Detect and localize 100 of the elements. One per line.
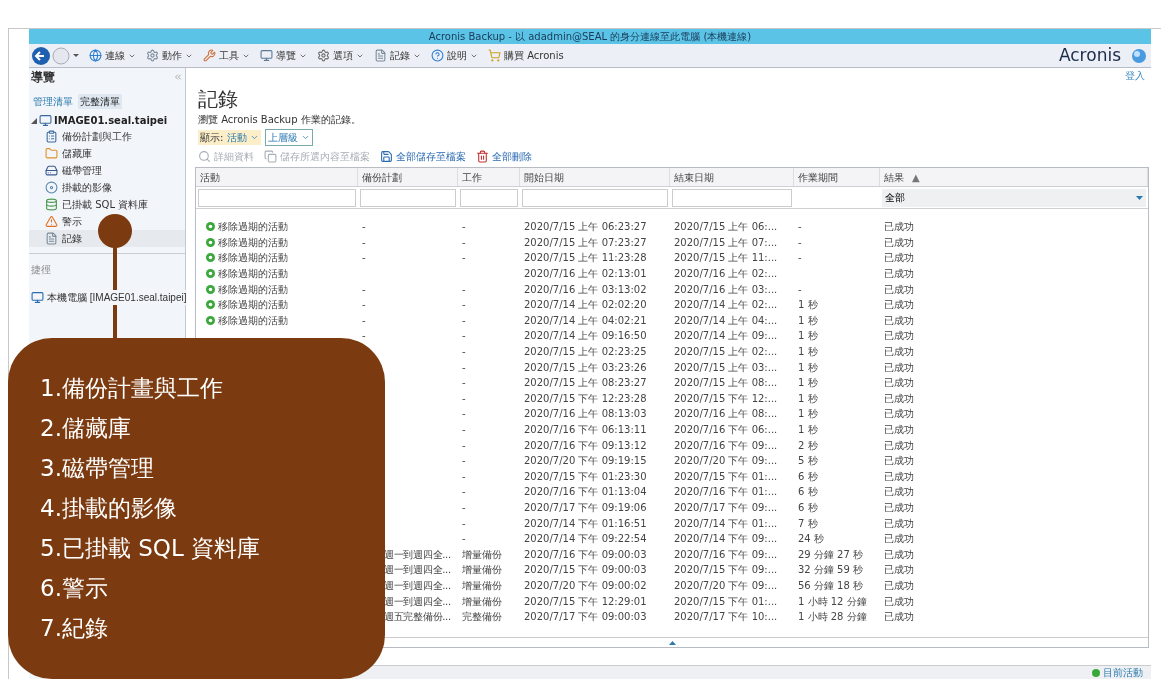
buy-link[interactable]: 購買 Acronis — [488, 48, 564, 63]
table-cell: 1 小時 28 分鐘 — [798, 611, 867, 623]
scroll-up-icon[interactable] — [668, 640, 676, 645]
callout-item: 7.紀錄 — [40, 614, 109, 643]
tree-item[interactable]: 磁帶管理 — [29, 162, 185, 179]
disk-icon — [45, 181, 58, 194]
table-cell: 2020/7/16 上午 08:13:03 — [524, 408, 647, 420]
table-cell: 2020/7/16 上午 02:13:01 — [524, 268, 647, 280]
table-cell: - — [462, 314, 466, 326]
table-cell: 已成功 — [884, 486, 914, 498]
tree-item[interactable]: 已掛載 SQL 資料庫 — [29, 196, 185, 213]
sidebar-title: 導覽 — [31, 69, 55, 86]
table-cell: - — [362, 236, 366, 248]
table-cell: - — [798, 221, 802, 233]
menu-button[interactable]: 連線 — [89, 48, 136, 63]
table-cell: - — [462, 470, 466, 482]
monitor-icon — [260, 49, 273, 62]
table-cell: 2020/7/16 下午 09:... — [674, 548, 778, 560]
menu-button[interactable]: 動作 — [146, 48, 193, 63]
toolbar-button[interactable]: 全部儲存至檔案 — [380, 148, 466, 164]
table-cell: 2020/7/14 下午 01:... — [674, 517, 778, 529]
column-header[interactable]: 結束日期 — [670, 168, 794, 186]
table-cell: - — [462, 221, 466, 233]
table-cell: 已成功 — [884, 221, 914, 233]
table-cell: 2020/7/14 上午 09:... — [674, 330, 778, 342]
table-cell: 2020/7/20 下午 09:... — [674, 579, 778, 591]
menu-button[interactable]: 記錄 — [374, 48, 421, 63]
expand-arrow-icon[interactable] — [31, 117, 37, 124]
result-filter-dropdown[interactable]: 全部 — [882, 188, 1146, 207]
tree-item[interactable]: 儲藏庫 — [29, 145, 185, 162]
table-cell: 2020/7/14 下午 09:22:54 — [524, 533, 647, 545]
table-cell: 週一到週四全... — [384, 564, 451, 576]
table-cell: 完整備份 — [462, 611, 502, 623]
tree-item[interactable]: 警示 — [29, 213, 185, 230]
column-header[interactable]: 備份計劃 — [358, 168, 458, 186]
table-cell: 1 小時 12 分鐘 — [798, 595, 867, 607]
back-forward-icon[interactable] — [31, 45, 79, 66]
table-cell: 已成功 — [884, 252, 914, 264]
table-cell: 2020/7/16 下午 01:... — [674, 486, 778, 498]
table-cell: 已成功 — [884, 611, 914, 623]
table-cell: 已成功 — [884, 377, 914, 389]
sidebar-tab[interactable]: 管理清單 — [31, 94, 75, 109]
column-header[interactable]: 作業期間 — [794, 168, 880, 186]
table-cell-text: 移除過期的活動 — [218, 251, 288, 266]
shortcut-item[interactable]: 本機電腦 [IMAGE01.seal.taipei] — [47, 290, 187, 305]
table-cell: 2020/7/15 下午 12:23:28 — [524, 392, 647, 404]
callout-item: 6.警示 — [40, 574, 109, 603]
filter-field[interactable] — [522, 188, 668, 207]
wrench-icon — [203, 49, 216, 62]
menu-button[interactable]: 工具 — [203, 48, 250, 63]
table-cell: 週一到週四全... — [384, 595, 451, 607]
column-header[interactable]: 工作 — [458, 168, 520, 186]
column-header[interactable]: 開始日期 — [520, 168, 670, 186]
filter-field[interactable] — [198, 188, 356, 207]
tree-item[interactable]: 備份計劃與工作 — [29, 128, 185, 145]
filter-field[interactable] — [360, 188, 456, 207]
table-cell-text: 移除過期的活動 — [218, 267, 288, 282]
table-cell: - — [462, 236, 466, 248]
table-cell: 2020/7/16 上午 08:... — [674, 408, 778, 420]
filter-field[interactable] — [460, 188, 518, 207]
table-cell: 2020/7/15 上午 07:... — [674, 236, 778, 248]
search-icon — [198, 149, 211, 163]
table-cell: 已成功 — [884, 268, 914, 280]
filter-dropdown[interactable]: 活動 — [227, 130, 260, 145]
menu-button[interactable]: 說明 — [431, 48, 478, 63]
level-dropdown[interactable]: 上層級 — [265, 129, 314, 146]
table-cell: 2020/7/15 下午 01:... — [674, 595, 778, 607]
table-cell: 2020/7/16 下午 06:... — [674, 424, 778, 435]
table-cell: 2020/7/16 下午 01:13:04 — [524, 486, 647, 498]
table-cell: 已成功 — [884, 595, 914, 607]
tree-item[interactable]: 掛載的影像 — [29, 179, 185, 196]
table-cell: 已成功 — [884, 439, 914, 451]
status-text[interactable]: 目前活動 — [1103, 667, 1143, 678]
table-cell: 2020/7/15 上午 07:23:27 — [524, 236, 647, 248]
tree-item[interactable]: IMAGE01.seal.taipei — [54, 113, 168, 128]
table-cell: 已成功 — [884, 517, 914, 529]
table-cell: 2020/7/20 下午 09:00:02 — [524, 579, 647, 591]
column-header[interactable]: 結果 ▲ — [880, 168, 1148, 186]
table-cell: 已成功 — [884, 533, 914, 545]
table-cell: 2020/7/17 下午 09:00:03 — [524, 611, 647, 623]
table-cell: 已成功 — [884, 346, 914, 358]
save-icon — [380, 149, 393, 163]
brand-logo: Acronis — [1058, 43, 1121, 67]
table-cell: - — [462, 377, 466, 389]
column-header[interactable]: 活動 — [196, 168, 358, 186]
table-cell: 24 秒 — [798, 533, 824, 545]
menu-button[interactable]: 選項 — [317, 48, 364, 63]
table-cell: - — [462, 486, 466, 498]
caret-icon — [1136, 195, 1143, 200]
table-cell: 2020/7/16 上午 02:... — [674, 268, 778, 280]
login-link[interactable]: 登入 — [1125, 68, 1145, 84]
callout-item: 5.已掛載 SQL 資料庫 — [40, 534, 262, 563]
toolbar-button[interactable]: 全部刪除 — [476, 148, 532, 164]
table-cell: 2020/7/16 上午 03:... — [674, 283, 778, 295]
collapse-icon[interactable] — [173, 72, 183, 82]
sidebar-tab[interactable]: 完整清單 — [78, 94, 122, 109]
table-cell: - — [362, 299, 366, 311]
filter-field[interactable] — [672, 188, 792, 207]
table-cell: 6 秒 — [798, 502, 818, 513]
menu-button[interactable]: 導覽 — [260, 48, 307, 63]
